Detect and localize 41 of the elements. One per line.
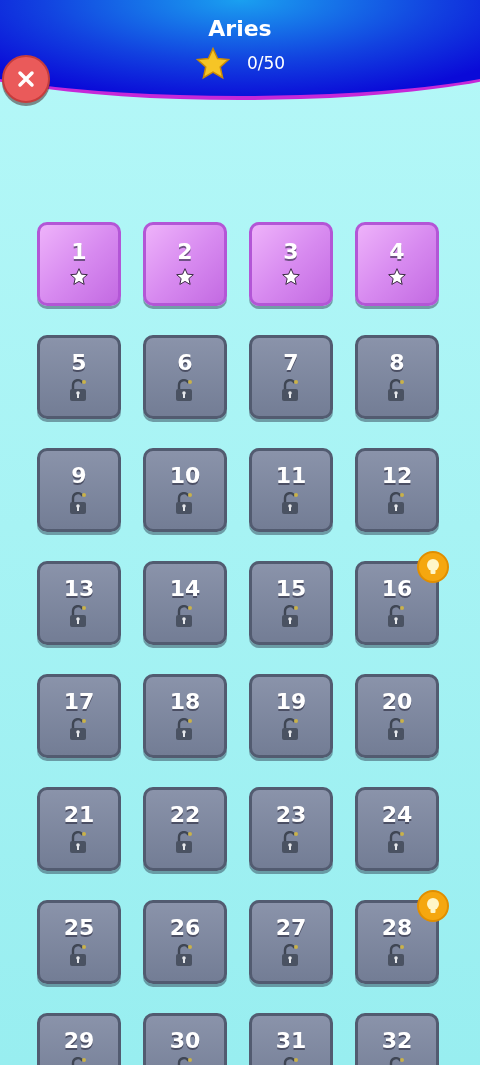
star-icon (387, 267, 407, 287)
star-count: 0/50 (246, 52, 286, 75)
level-tile[interactable]: 28 (355, 900, 439, 984)
level-tile[interactable]: 18 (143, 674, 227, 758)
level-tile[interactable]: 13 (37, 561, 121, 645)
level-tile[interactable]: 31 (249, 1013, 333, 1065)
close-button[interactable] (2, 55, 50, 103)
level-tile[interactable]: 32 (355, 1013, 439, 1065)
level-tile[interactable]: 24 (355, 787, 439, 871)
level-tile[interactable]: 9 (37, 448, 121, 532)
star-icon (69, 267, 89, 287)
level-tile[interactable]: 22 (143, 787, 227, 871)
level-tile[interactable]: 2 (143, 222, 227, 306)
level-tile[interactable]: 3 (249, 222, 333, 306)
level-tile[interactable]: 1 (37, 222, 121, 306)
level-tile[interactable]: 11 (249, 448, 333, 532)
level-tile[interactable]: 10 (143, 448, 227, 532)
level-tile[interactable]: 23 (249, 787, 333, 871)
level-tile[interactable]: 17 (37, 674, 121, 758)
level-tile[interactable]: 14 (143, 561, 227, 645)
level-tile[interactable]: 21 (37, 787, 121, 871)
level-tile[interactable]: 19 (249, 674, 333, 758)
level-tile[interactable]: 8 (355, 335, 439, 419)
level-pack-title: Aries (208, 15, 272, 43)
level-tile[interactable]: 25 (37, 900, 121, 984)
star-icon (175, 267, 195, 287)
level-tile[interactable]: 29 (37, 1013, 121, 1065)
star-icon (194, 46, 231, 81)
level-tile[interactable]: 15 (249, 561, 333, 645)
level-tile[interactable]: 20 (355, 674, 439, 758)
level-tile[interactable]: 27 (249, 900, 333, 984)
level-tile[interactable]: 5 (37, 335, 121, 419)
level-tile[interactable]: 6 (143, 335, 227, 419)
star-icon (281, 267, 301, 287)
level-tile[interactable]: 16 (355, 561, 439, 645)
level-tile[interactable]: 12 (355, 448, 439, 532)
level-tile[interactable]: 26 (143, 900, 227, 984)
level-tile[interactable]: 4 (355, 222, 439, 306)
level-tile[interactable]: 7 (249, 335, 333, 419)
close-icon (17, 70, 35, 88)
level-tile[interactable]: 30 (143, 1013, 227, 1065)
